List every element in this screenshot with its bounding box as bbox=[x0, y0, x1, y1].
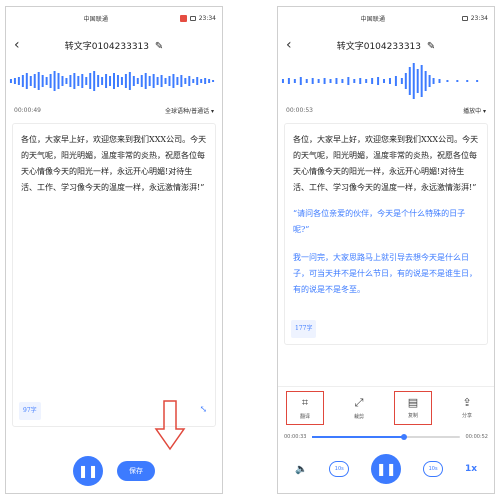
back-arrow-icon[interactable]: ‹ bbox=[14, 37, 34, 53]
waveform-graphic bbox=[281, 63, 479, 99]
elapsed-time: 00:00:49 bbox=[14, 106, 41, 114]
bottom-actions: ❚❚ 保存 bbox=[6, 453, 222, 489]
file-title[interactable]: 转文字0104233313 ✎ bbox=[34, 39, 214, 52]
phone-left-editor: 中国联通 23:34 ‹ 转文字0104233313 ✎ 00:00:49 全球… bbox=[5, 6, 223, 494]
forward-10s-button[interactable]: 10s bbox=[423, 461, 444, 477]
progress-start-time: 00:00:33 bbox=[284, 434, 307, 440]
status-bar: 中国联通 23:34 bbox=[278, 7, 494, 29]
playback-controls: 🔈 10s ❚❚ 10s 1x bbox=[278, 449, 494, 489]
language-selector[interactable]: 全球语种/普通话 ▾ bbox=[165, 106, 214, 115]
translate-label: 翻译 bbox=[299, 413, 310, 420]
file-title[interactable]: 转文字0104233313 ✎ bbox=[306, 39, 486, 52]
translate-button[interactable]: ⌗ 翻译 bbox=[286, 390, 324, 425]
share-icon: ⇪ bbox=[462, 396, 472, 409]
nav-bar: ‹ 转文字0104233313 ✎ bbox=[278, 29, 494, 61]
transcript-paragraph[interactable]: 各位，大家早上好，欢迎您来到我们XXX公司。今天的天气呢，阳光明媚，温度非常的炎… bbox=[21, 132, 207, 196]
progress-knob[interactable] bbox=[400, 434, 407, 440]
carrier-text: 中国联通 bbox=[83, 15, 109, 23]
copy-button[interactable]: ▤ 复制 bbox=[394, 390, 432, 425]
clock-text: 23:34 bbox=[198, 14, 216, 22]
playback-speed-button[interactable]: 1x bbox=[465, 464, 477, 474]
waveform[interactable] bbox=[278, 61, 494, 101]
rewind-10s-button[interactable]: 10s bbox=[329, 461, 350, 477]
edit-pen-icon[interactable]: ✎ bbox=[427, 41, 435, 52]
progress-fill bbox=[312, 436, 404, 438]
status-icons: 23:34 bbox=[461, 14, 488, 22]
copy-icon: ▤ bbox=[407, 396, 419, 409]
progress-end-time: 00:00:52 bbox=[465, 434, 488, 440]
waveform-graphic bbox=[9, 71, 215, 91]
transcript-quote[interactable]: “请问各位亲爱的伙伴，今天是个什么特殊的日子呢?” bbox=[293, 206, 479, 238]
transcript-card[interactable]: 各位，大家早上好，欢迎您来到我们XXX公司。今天的天气呢，阳光明媚，温度非常的炎… bbox=[284, 123, 488, 345]
transcript-answer[interactable]: 我一问完，大家思路马上就引导去想今天是什么日子，可当天并不是什么节日，有的说是不… bbox=[293, 250, 479, 298]
share-label: 分享 bbox=[461, 413, 472, 419]
volume-icon[interactable]: 🔈 bbox=[295, 464, 307, 475]
back-arrow-icon[interactable]: ‹ bbox=[286, 37, 306, 53]
edit-pen-icon[interactable]: ✎ bbox=[155, 41, 163, 52]
phone-right-player: 中国联通 23:34 ‹ 转文字0104233313 ✎ 00:00:53 播放… bbox=[277, 6, 495, 494]
battery-icon bbox=[461, 15, 468, 21]
clock-text: 23:34 bbox=[470, 14, 488, 22]
battery-icon bbox=[189, 15, 196, 21]
progress-track[interactable] bbox=[312, 434, 460, 440]
expand-icon[interactable]: ⤡ bbox=[199, 402, 207, 418]
status-bar: 中国联通 23:34 bbox=[6, 7, 222, 29]
action-toolbar: ⌗ 翻译 ⤢ 裁剪 ▤ 复制 ⇪ 分享 bbox=[278, 386, 494, 428]
pause-icon: ❚❚ bbox=[376, 462, 397, 476]
nav-bar: ‹ 转文字0104233313 ✎ bbox=[6, 29, 222, 61]
pause-button[interactable]: ❚❚ bbox=[371, 454, 402, 484]
word-count-badge: 97字 bbox=[19, 402, 41, 420]
elapsed-time: 00:00:53 bbox=[286, 106, 313, 114]
pause-icon: ❚❚ bbox=[77, 464, 99, 478]
copy-label: 复制 bbox=[407, 413, 418, 419]
word-count-badge: 177字 bbox=[291, 320, 317, 338]
share-button[interactable]: ⇪ 分享 bbox=[448, 391, 486, 425]
file-title-text: 转文字0104233313 bbox=[336, 41, 421, 52]
speaker-selector[interactable]: 播放中 ▾ bbox=[463, 106, 486, 115]
pause-button[interactable]: ❚❚ bbox=[73, 456, 103, 486]
crop-button[interactable]: ⤢ 裁剪 bbox=[340, 391, 378, 425]
crop-icon: ⤢ bbox=[354, 395, 364, 409]
file-title-text: 转文字0104233313 bbox=[64, 41, 149, 52]
status-icons: 23:34 bbox=[179, 14, 216, 22]
progress-row: 00:00:33 00:00:52 bbox=[278, 430, 494, 444]
meta-row: 00:00:53 播放中 ▾ bbox=[278, 101, 494, 119]
meta-row: 00:00:49 全球语种/普通话 ▾ bbox=[6, 101, 222, 119]
save-button[interactable]: 保存 bbox=[117, 461, 155, 481]
transcript-paragraph[interactable]: 各位，大家早上好，欢迎您来到我们XXX公司。今天的天气呢，阳光明媚，温度非常的炎… bbox=[293, 132, 479, 196]
recording-indicator-icon bbox=[179, 14, 187, 22]
annotation-arrow-icon bbox=[154, 399, 186, 451]
waveform[interactable] bbox=[6, 61, 222, 101]
carrier-text: 中国联通 bbox=[360, 15, 386, 23]
translate-icon: ⌗ bbox=[301, 395, 309, 409]
transcript-card[interactable]: 各位，大家早上好，欢迎您来到我们XXX公司。今天的天气呢，阳光明媚，温度非常的炎… bbox=[12, 123, 216, 427]
crop-label: 裁剪 bbox=[353, 413, 364, 420]
annotation-arrow-graphic bbox=[154, 400, 186, 451]
